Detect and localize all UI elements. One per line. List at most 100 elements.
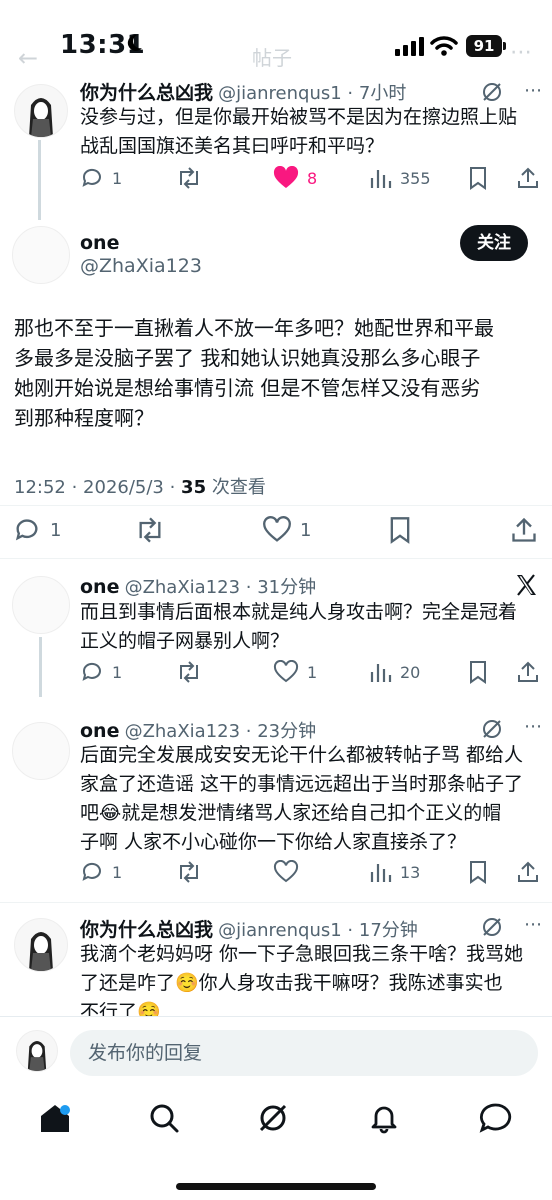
avatar: [16, 1030, 58, 1072]
views-button[interactable]: 355: [370, 166, 431, 190]
handle-time[interactable]: @ZhaXia123 · 31分钟: [125, 577, 317, 598]
view-count: 13: [400, 862, 421, 882]
view-label: 次查看: [206, 477, 266, 498]
bookmark-button[interactable]: [388, 516, 412, 544]
divider: [0, 902, 552, 903]
bookmark-icon: [470, 661, 486, 684]
retweet-button[interactable]: [176, 860, 202, 884]
retweet-icon: [180, 861, 198, 883]
reply-count: 1: [112, 662, 123, 682]
views-icon: [370, 864, 392, 882]
share-button[interactable]: [516, 860, 540, 884]
like-count: 1: [307, 662, 318, 682]
heart-icon: [273, 860, 299, 883]
reply-header: one @ZhaXia123 · 31分钟: [80, 573, 316, 599]
status-bar: ← 帖子 ⋯ 13:31 91: [0, 0, 552, 86]
reply-actions: 1 13: [80, 860, 540, 886]
more-options-icon[interactable]: ⋯: [524, 914, 542, 935]
reply-icon: [15, 519, 38, 541]
reply-button[interactable]: 1: [80, 166, 122, 190]
grok-icon[interactable]: [257, 1102, 289, 1134]
retweet-button[interactable]: [176, 166, 202, 190]
retweet-button[interactable]: [134, 516, 166, 544]
display-name[interactable]: one: [80, 576, 119, 598]
share-icon: [518, 661, 538, 682]
wifi-icon: [430, 35, 458, 61]
avatar[interactable]: [12, 722, 70, 780]
reply-count: 1: [50, 519, 62, 541]
avatar[interactable]: [12, 576, 70, 634]
thread-line: [39, 637, 42, 697]
reply-text: 我滴个老妈妈呀 你一下子急眼回我三条干啥？我骂她 了还是咋了☺️你人身攻击我干嘛…: [80, 943, 524, 1023]
reply-button[interactable]: 1: [12, 516, 61, 544]
reply-count: 1: [112, 168, 123, 188]
focus-moon-icon: [124, 33, 144, 59]
bookmark-button[interactable]: [468, 166, 488, 190]
display-name[interactable]: 你为什么总凶我: [80, 919, 213, 941]
tweet-text: 没参与过，但是你最开始被骂不是因为在擦边照上贴 战乱国国旗还美名其曰呼吁和平吗？: [80, 106, 518, 157]
timestamp-line: 12:52 · 2026/5/3 · 35 次查看: [14, 473, 266, 499]
tweet-actions: 1 8 355: [80, 166, 540, 192]
reply-input[interactable]: 发布你的回复: [70, 1030, 538, 1076]
home-indicator: [176, 1183, 376, 1190]
like-button[interactable]: 1: [262, 516, 311, 544]
views-icon: [370, 664, 392, 682]
retweet-icon: [180, 661, 198, 683]
notifications-bell-icon[interactable]: [368, 1102, 400, 1134]
share-button[interactable]: [516, 166, 540, 190]
share-button[interactable]: [510, 516, 538, 544]
avatar[interactable]: [12, 226, 70, 284]
heart-filled-icon: [273, 166, 299, 188]
display-name[interactable]: 你为什么总凶我: [80, 82, 213, 104]
main-tweet-text: 那也不至于一直揪着人不放一年多吧？她配世界和平最 多最多是没脑子罢了 我和她认识…: [14, 316, 494, 430]
retweet-icon: [180, 167, 198, 189]
share-icon: [512, 517, 536, 542]
bookmark-icon: [390, 517, 410, 544]
reply-text: 后面完全发展成安安无论干什么都被转帖子骂 都给人 家盒了还造谣 这干的事情远远超…: [80, 744, 524, 853]
reply-icon: [82, 662, 101, 681]
more-icon[interactable]: ⋯: [510, 40, 532, 65]
x-logo-icon: [514, 573, 538, 601]
more-options-icon[interactable]: ⋯: [524, 80, 542, 101]
home-icon[interactable]: [38, 1102, 72, 1134]
thread-line: [38, 140, 41, 220]
messages-icon[interactable]: [478, 1102, 512, 1134]
grok-icon[interactable]: [480, 915, 504, 943]
display-name[interactable]: one: [80, 720, 119, 742]
heart-icon: [263, 516, 291, 542]
handle-time[interactable]: @jianrenqus1 · 17分钟: [218, 920, 418, 941]
retweet-icon: [139, 517, 161, 543]
share-icon: [518, 167, 538, 188]
search-icon[interactable]: [148, 1102, 180, 1134]
like-button[interactable]: 1: [273, 660, 317, 684]
main-tweet-actions: 1 1: [0, 514, 552, 548]
bookmark-button[interactable]: [468, 660, 488, 684]
more-options-icon[interactable]: ⋯: [524, 716, 542, 737]
reply-actions: 1 1 20: [80, 660, 540, 686]
tweet-header: 你为什么总凶我 @jianrenqus1 · 7小时: [80, 78, 406, 105]
back-arrow-icon[interactable]: ←: [18, 44, 38, 72]
reply-header: one @ZhaXia123 · 23分钟: [80, 717, 316, 743]
reply-icon: [82, 862, 101, 881]
handle-time[interactable]: @jianrenqus1 · 7小时: [218, 83, 406, 104]
handle[interactable]: @ZhaXia123: [80, 255, 202, 277]
share-icon: [518, 861, 538, 882]
bookmark-button[interactable]: [468, 860, 488, 884]
views-button[interactable]: 13: [370, 860, 420, 884]
avatar[interactable]: [14, 918, 68, 972]
view-count[interactable]: 35: [181, 477, 206, 498]
like-button[interactable]: 8: [273, 166, 317, 190]
heart-icon: [273, 660, 299, 683]
display-name[interactable]: one: [80, 232, 119, 254]
views-icon: [370, 170, 392, 188]
like-button[interactable]: [273, 860, 299, 884]
share-button[interactable]: [516, 660, 540, 684]
reply-button[interactable]: 1: [80, 860, 122, 884]
view-count: 20: [400, 662, 421, 682]
reply-button[interactable]: 1: [80, 660, 122, 684]
views-button[interactable]: 20: [370, 660, 420, 684]
handle-time[interactable]: @ZhaXia123 · 23分钟: [125, 721, 317, 742]
retweet-button[interactable]: [176, 660, 202, 684]
avatar[interactable]: [14, 84, 68, 138]
follow-button[interactable]: 关注: [460, 225, 528, 261]
